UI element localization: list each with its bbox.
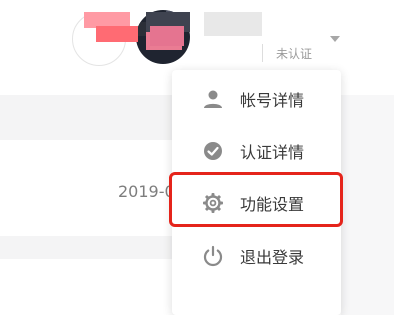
menu-item-account-details[interactable]: 帐号详情: [172, 73, 341, 125]
date-text: 2019-0: [118, 182, 175, 201]
blurred-name: [204, 12, 262, 36]
menu-item-label: 退出登录: [240, 248, 305, 267]
blurred-name: [96, 26, 138, 42]
content-edge: [341, 95, 394, 315]
menu-item-label: 认证详情: [240, 143, 305, 162]
verification-status: 未认证: [276, 47, 313, 61]
menu-item-verification-details[interactable]: 认证详情: [172, 125, 341, 177]
blurred-name: [150, 26, 184, 46]
menu-item-label: 帐号详情: [240, 91, 305, 110]
menu-item-logout[interactable]: 退出登录: [172, 230, 341, 282]
header-divider: [262, 44, 263, 62]
highlight-box: [169, 172, 343, 227]
check-circle-icon: [204, 142, 222, 160]
user-icon: [204, 90, 222, 108]
power-icon: [203, 245, 223, 267]
chevron-down-icon[interactable]: [330, 36, 340, 42]
